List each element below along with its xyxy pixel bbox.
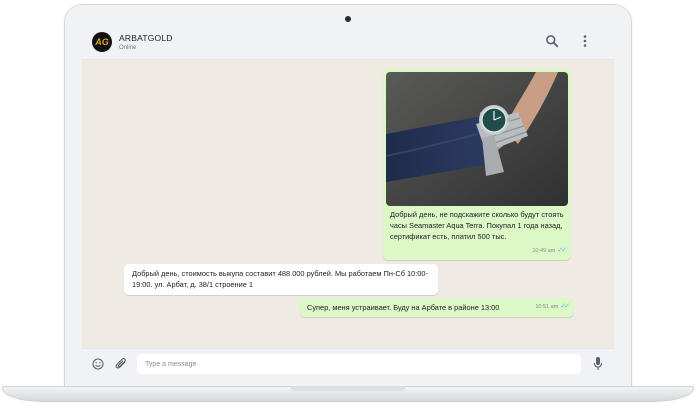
paperclip-icon[interactable] bbox=[115, 357, 128, 371]
double-check-icon: ✓✓ bbox=[560, 303, 570, 310]
contact-name[interactable]: ARBATGOLD bbox=[119, 33, 173, 43]
laptop-base-notch bbox=[290, 386, 406, 391]
message-input[interactable] bbox=[137, 354, 581, 374]
message-text: Добрый день, стоимость выкупа составит 4… bbox=[132, 269, 428, 289]
double-check-icon: ✓✓ bbox=[557, 247, 567, 254]
composer-bar bbox=[82, 348, 614, 378]
search-icon[interactable] bbox=[545, 34, 559, 48]
message-list[interactable]: Добрый день, не подскажите сколько будут… bbox=[82, 60, 614, 348]
more-vertical-icon[interactable] bbox=[580, 34, 590, 48]
message-text: Добрый день, не подскажите сколько будут… bbox=[390, 210, 564, 241]
contact-avatar[interactable]: AG bbox=[92, 32, 112, 52]
message-incoming[interactable]: Добрый день, стоимость выкупа составит 4… bbox=[124, 264, 438, 295]
chat-header: AG ARBATGOLD Online bbox=[82, 24, 614, 60]
message-meta: 10:49 am ✓✓ bbox=[532, 245, 567, 257]
message-time: 10:51 am bbox=[535, 304, 559, 310]
message-time: 10:49 am bbox=[532, 248, 556, 254]
emoji-icon[interactable] bbox=[92, 358, 104, 370]
message-outgoing-photo[interactable]: Добрый день, не подскажите сколько будут… bbox=[383, 69, 571, 260]
webcam bbox=[345, 16, 351, 22]
message-outgoing[interactable]: Супер, меня устраивает. Буду на Арбате в… bbox=[300, 298, 574, 317]
chat-window: AG ARBATGOLD Online Добрый день, не подс… bbox=[82, 24, 614, 378]
message-meta: 10:51 am ✓✓ bbox=[535, 301, 570, 313]
microphone-icon[interactable] bbox=[593, 356, 603, 372]
contact-status: Online bbox=[119, 45, 137, 51]
message-text: Супер, меня устраивает. Буду на Арбате в… bbox=[307, 303, 500, 312]
watch-photo[interactable] bbox=[386, 72, 568, 206]
